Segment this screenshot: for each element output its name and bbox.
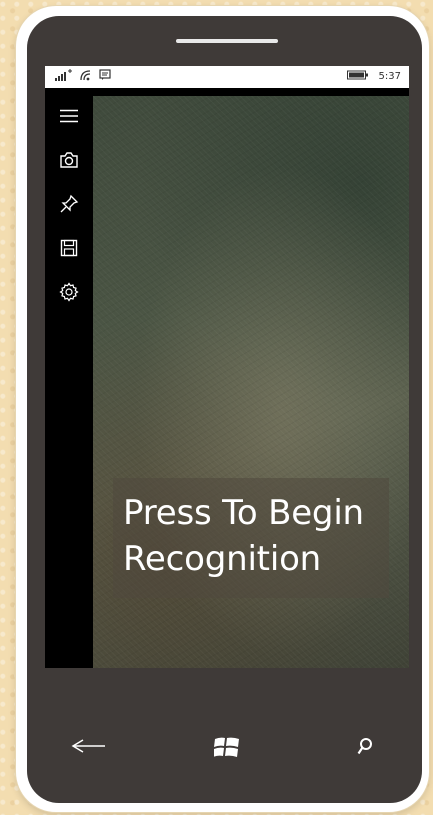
earpiece-speaker xyxy=(176,39,278,43)
battery-icon xyxy=(346,70,369,83)
pin-icon[interactable] xyxy=(59,194,79,214)
signal-icon xyxy=(55,69,73,84)
status-divider xyxy=(45,88,409,96)
begin-recognition-button[interactable]: Press To Begin Recognition xyxy=(113,478,389,598)
search-icon[interactable] xyxy=(355,736,375,758)
status-bar: 5:37 xyxy=(45,66,409,88)
status-time: 5:37 xyxy=(378,71,401,82)
app-sidebar xyxy=(45,96,93,668)
save-icon[interactable] xyxy=(59,238,79,258)
message-icon xyxy=(99,69,111,84)
hardware-nav-bar xyxy=(45,700,409,790)
settings-icon[interactable] xyxy=(59,282,79,302)
camera-icon[interactable] xyxy=(59,150,79,170)
back-icon[interactable] xyxy=(69,736,109,756)
wifi-icon xyxy=(79,69,93,84)
recognition-button-line2: Recognition xyxy=(123,539,322,579)
windows-icon[interactable] xyxy=(213,734,241,760)
menu-icon[interactable] xyxy=(59,106,79,126)
recognition-button-line1: Press To Begin xyxy=(123,493,364,533)
